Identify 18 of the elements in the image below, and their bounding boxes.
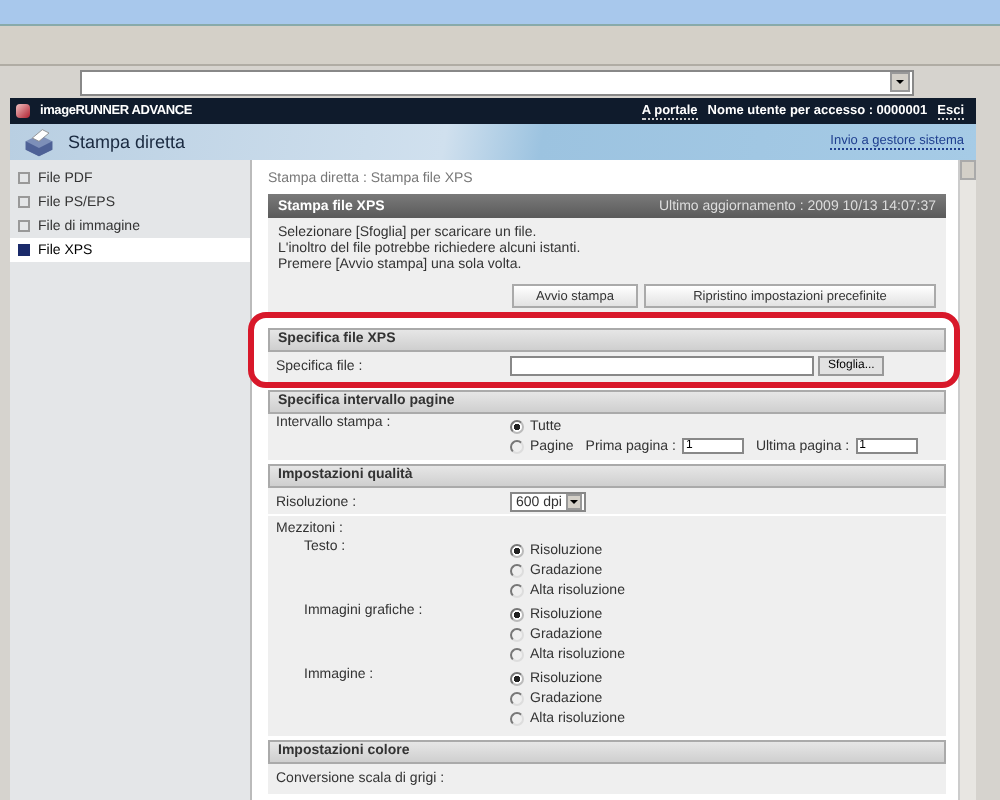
radio-button[interactable] bbox=[510, 563, 524, 577]
radio-button[interactable] bbox=[510, 627, 524, 641]
radio-button[interactable] bbox=[510, 607, 524, 621]
radio-button[interactable] bbox=[510, 419, 524, 433]
radio-button[interactable] bbox=[510, 671, 524, 685]
radio-button[interactable] bbox=[510, 691, 524, 705]
printer-icon bbox=[22, 127, 56, 157]
cube-logo-icon bbox=[16, 104, 30, 118]
radio-button[interactable] bbox=[510, 711, 524, 725]
address-field[interactable] bbox=[80, 69, 914, 95]
file-path-field[interactable] bbox=[510, 356, 814, 376]
scrollbar-thumb[interactable] bbox=[960, 160, 976, 180]
page-title: Stampa diretta bbox=[68, 132, 186, 152]
scrollbar[interactable] bbox=[958, 160, 976, 800]
radio-button[interactable] bbox=[510, 543, 524, 557]
radio-button[interactable] bbox=[510, 647, 524, 661]
radio-button[interactable] bbox=[510, 439, 524, 453]
radio-button[interactable] bbox=[510, 583, 524, 597]
